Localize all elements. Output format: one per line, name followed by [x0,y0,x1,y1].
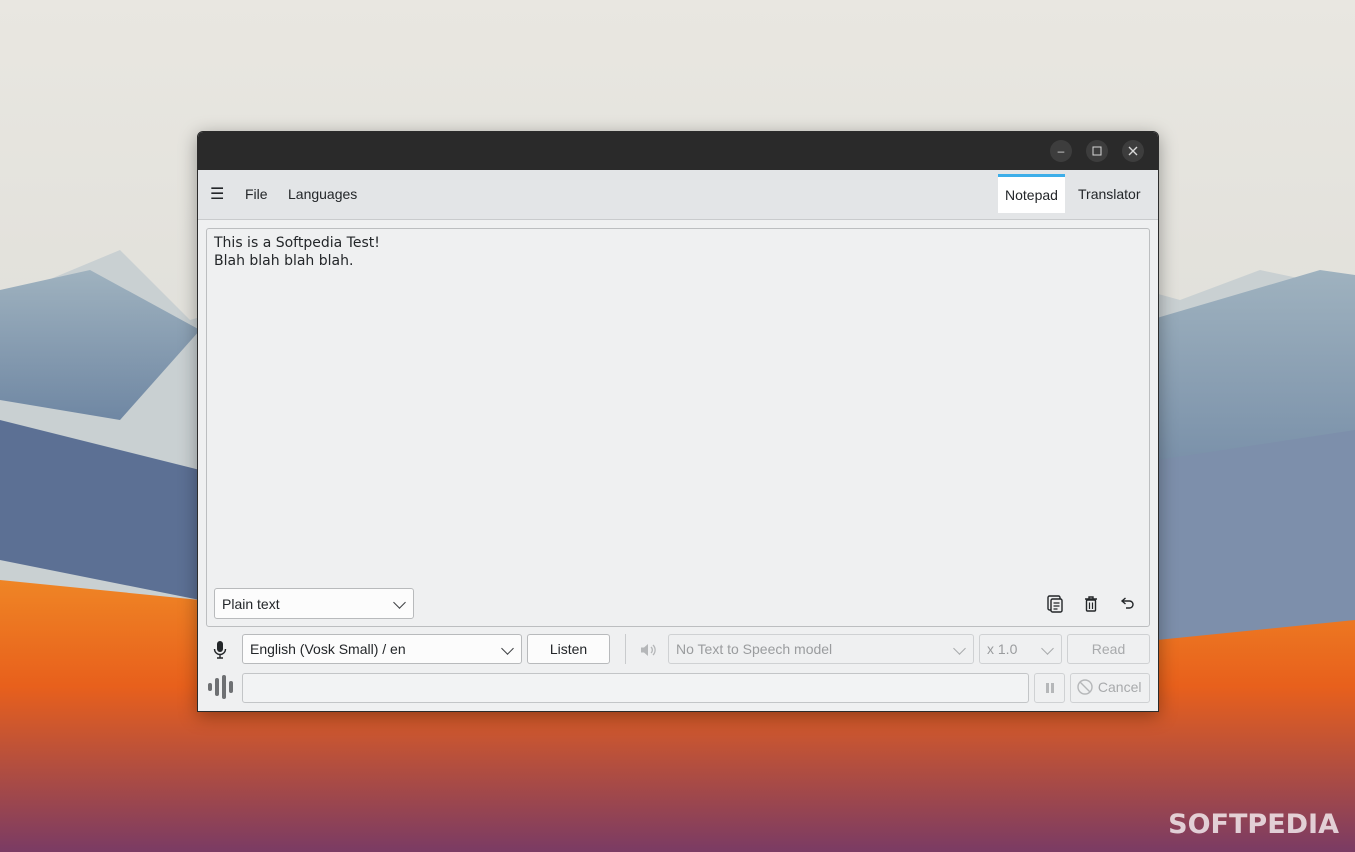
close-button[interactable] [1122,140,1144,162]
tts-model-value: No Text to Speech model [676,641,833,657]
chevron-down-icon [501,642,514,655]
tab-notepad[interactable]: Notepad [998,174,1065,213]
stt-model-value: English (Vosk Small) / en [250,641,406,657]
cancel-button[interactable]: Cancel [1070,673,1150,703]
pause-button[interactable] [1034,673,1065,703]
delete-icon[interactable] [1081,594,1101,614]
copy-icon[interactable] [1045,594,1065,614]
chevron-down-icon [953,642,966,655]
tts-model-select[interactable]: No Text to Speech model [668,634,974,664]
hamburger-icon[interactable]: ☰ [210,184,224,204]
divider [625,634,626,664]
maximize-icon [1092,146,1102,156]
microphone-icon [213,641,227,659]
editor-text[interactable]: This is a Softpedia Test! Blah blah blah… [214,234,380,270]
read-button[interactable]: Read [1067,634,1150,664]
chevron-down-icon [393,596,406,609]
tab-translator[interactable]: Translator [1071,175,1148,213]
format-select[interactable]: Plain text [214,588,414,619]
audio-level-icon [208,675,233,699]
speaker-icon [641,644,656,656]
chevron-down-icon [1041,642,1054,655]
menu-file[interactable]: File [245,186,268,202]
minimize-button[interactable]: – [1050,140,1072,162]
app-window: – ☰ File Languages Notepad Translator Th… [197,131,1159,712]
speed-select[interactable]: x 1.0 [979,634,1062,664]
maximize-button[interactable] [1086,140,1108,162]
pause-icon [1045,683,1054,693]
cancel-icon [1077,679,1093,695]
progress-bar [242,673,1029,703]
undo-icon[interactable] [1117,594,1137,614]
watermark: SOFTPEDIA [1168,809,1339,840]
speed-value: x 1.0 [987,641,1018,657]
menu-bar: ☰ File Languages Notepad Translator [198,170,1158,220]
notepad-editor[interactable]: This is a Softpedia Test! Blah blah blah… [206,228,1150,627]
format-select-value: Plain text [222,596,280,612]
listen-button[interactable]: Listen [527,634,610,664]
menu-languages[interactable]: Languages [288,186,357,202]
cancel-label: Cancel [1097,679,1142,695]
title-bar[interactable]: – [198,132,1158,170]
close-icon [1128,146,1138,156]
stt-model-select[interactable]: English (Vosk Small) / en [242,634,522,664]
